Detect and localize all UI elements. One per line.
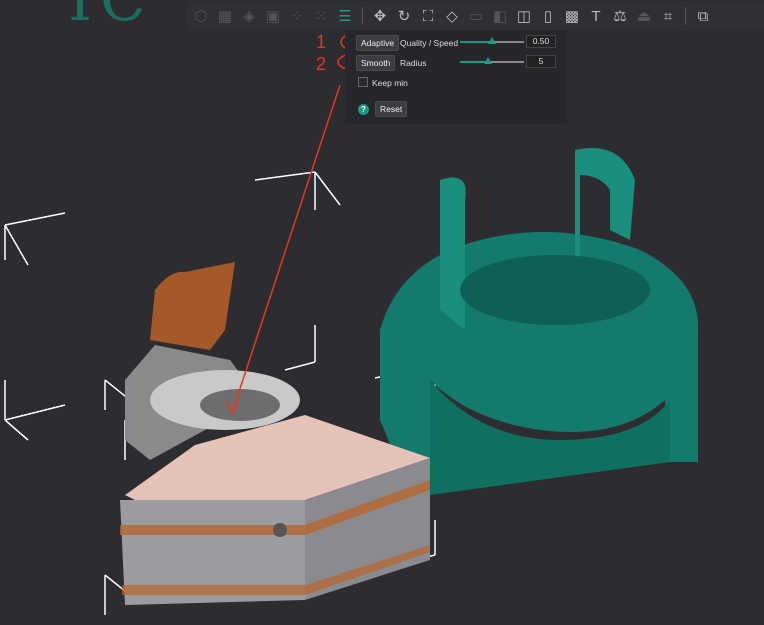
sliced-model[interactable] bbox=[120, 262, 430, 605]
measure-icon[interactable]: ⚖ bbox=[609, 5, 631, 27]
split-icon[interactable]: ⁘ bbox=[286, 5, 308, 27]
scale-icon[interactable]: ⛶ bbox=[417, 5, 439, 27]
support-paint-icon[interactable]: ◫ bbox=[513, 5, 535, 27]
toolbar-divider bbox=[362, 7, 363, 25]
help-icon[interactable]: ? bbox=[358, 104, 369, 115]
assembly-icon[interactable]: ⌗ bbox=[657, 5, 679, 27]
split-parts-icon[interactable]: ⁙ bbox=[310, 5, 332, 27]
teal-model[interactable] bbox=[380, 148, 699, 495]
adaptive-button[interactable]: Adaptive bbox=[356, 35, 400, 51]
color-paint-icon[interactable]: ⏏ bbox=[633, 5, 655, 27]
cube-icon[interactable]: ⬡ bbox=[190, 5, 212, 27]
arrange-icon[interactable]: ◈ bbox=[238, 5, 260, 27]
mesh-boolean-icon[interactable]: ◧ bbox=[489, 5, 511, 27]
seam-paint-icon[interactable]: ▯ bbox=[537, 5, 559, 27]
keep-min-checkbox[interactable] bbox=[358, 77, 368, 87]
quality-speed-label: Quality / Speed bbox=[400, 38, 459, 48]
lay-on-face-icon[interactable]: ◇ bbox=[441, 5, 463, 27]
grid-icon[interactable]: ▦ bbox=[214, 5, 236, 27]
fuzzy-skin-icon[interactable]: ▩ bbox=[561, 5, 583, 27]
radius-value-input[interactable]: 5 bbox=[526, 55, 556, 68]
variable-layer-height-panel: Adaptive Quality / Speed 0.50 Smooth Rad… bbox=[345, 30, 567, 124]
radius-slider[interactable] bbox=[460, 57, 524, 64]
radius-label: Radius bbox=[400, 58, 427, 68]
annotation-step-2: 2 bbox=[316, 54, 326, 74]
reset-button[interactable]: Reset bbox=[375, 101, 408, 117]
puzzle-icon[interactable]: ⧉ bbox=[692, 5, 714, 27]
background-logo: TC bbox=[60, 0, 146, 35]
cut-icon[interactable]: ▭ bbox=[465, 5, 487, 27]
quality-slider[interactable] bbox=[460, 37, 524, 44]
rotate-icon[interactable]: ↻ bbox=[393, 5, 415, 27]
text-icon[interactable]: T bbox=[585, 5, 607, 27]
quality-slider-thumb[interactable] bbox=[488, 37, 496, 44]
quality-value-input[interactable]: 0.50 bbox=[526, 35, 556, 48]
radius-slider-thumb[interactable] bbox=[484, 57, 493, 64]
layers-plate-icon[interactable]: ▣ bbox=[262, 5, 284, 27]
keep-min-label: Keep min bbox=[372, 78, 408, 88]
toolbar-divider bbox=[685, 7, 686, 25]
annotation-step-1: 1 bbox=[316, 32, 326, 52]
smooth-button[interactable]: Smooth bbox=[356, 55, 396, 71]
top-toolbar: ⬡ ▦ ◈ ▣ ⁘ ⁙ ☰ ✥ ↻ ⛶ ◇ ▭ ◧ ◫ ▯ ▩ T ⚖ ⏏ ⌗ … bbox=[186, 2, 764, 30]
move-icon[interactable]: ✥ bbox=[369, 5, 391, 27]
variable-layer-height-icon[interactable]: ☰ bbox=[334, 5, 356, 27]
